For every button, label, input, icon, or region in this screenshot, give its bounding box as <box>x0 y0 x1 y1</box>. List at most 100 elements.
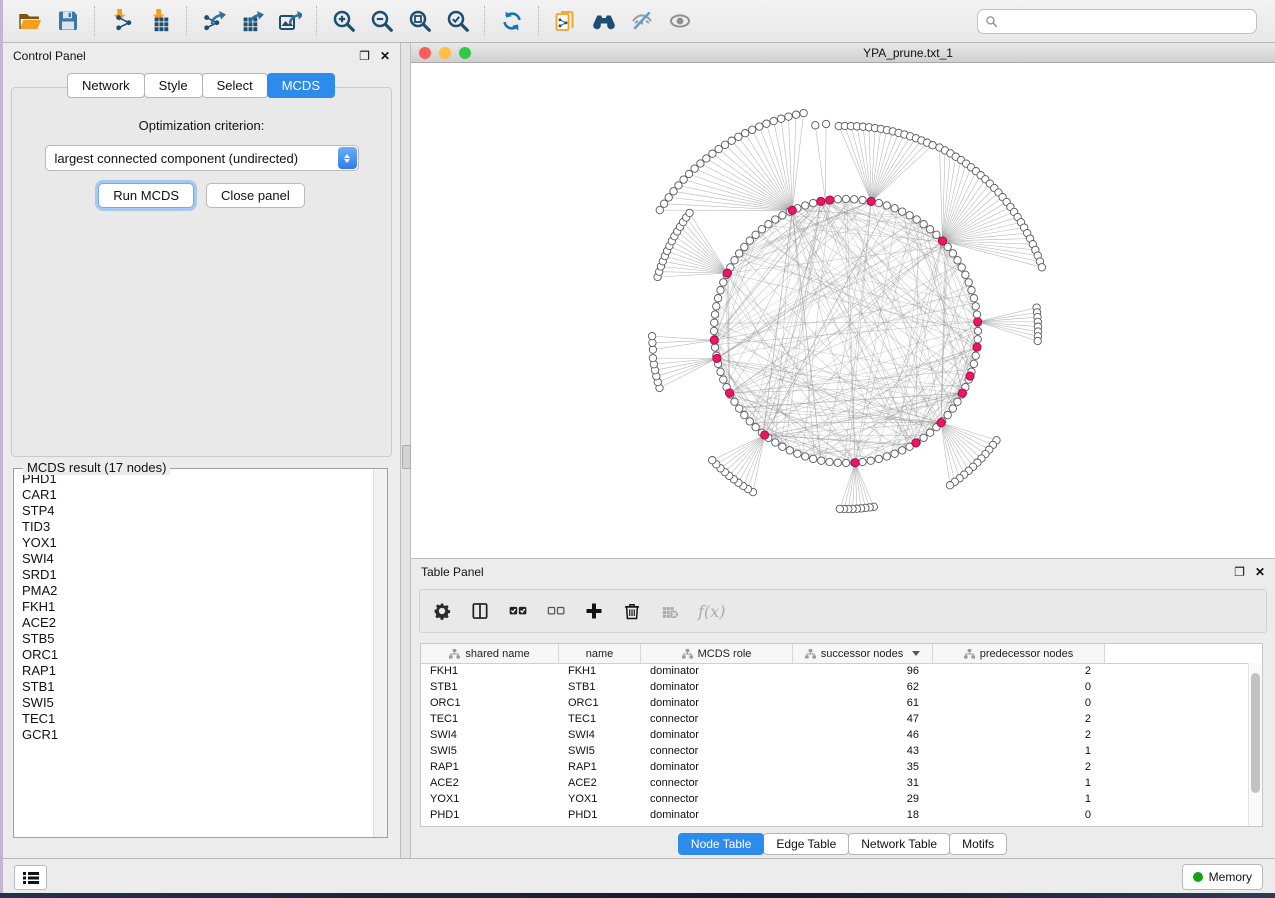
cell-shared-name[interactable]: STB1 <box>421 681 559 693</box>
cell-successor-nodes[interactable]: 96 <box>793 665 933 677</box>
tab-network-table[interactable]: Network Table <box>848 833 950 855</box>
network-node[interactable] <box>913 216 920 223</box>
cell-name[interactable]: ACE2 <box>559 777 641 789</box>
column-header-shared-name[interactable]: shared name <box>421 644 559 663</box>
cell-successor-nodes[interactable]: 29 <box>793 793 933 805</box>
save-button[interactable] <box>49 3 87 39</box>
trash-button[interactable] <box>622 601 642 621</box>
network-node[interactable] <box>786 447 793 454</box>
splitter-handle[interactable] <box>402 445 411 469</box>
network-node[interactable] <box>883 202 890 209</box>
cell-predecessor-nodes[interactable]: 2 <box>933 729 1105 741</box>
cell-MCDS-role[interactable]: dominator <box>641 809 793 821</box>
network-node[interactable] <box>711 344 718 351</box>
cell-predecessor-nodes[interactable]: 2 <box>933 761 1105 773</box>
cell-predecessor-nodes[interactable]: 0 <box>933 681 1105 693</box>
network-node[interactable] <box>944 411 951 418</box>
cell-name[interactable]: TEC1 <box>559 713 641 725</box>
cell-shared-name[interactable]: SWI5 <box>421 745 559 757</box>
mcds-result-list[interactable]: PHD1CAR1STP4TID3YOX1SWI4SRD1PMA2FKH1ACE2… <box>13 468 388 838</box>
float-panel-icon[interactable]: ❐ <box>359 50 370 62</box>
network-node[interactable] <box>933 231 940 238</box>
plus-button[interactable] <box>584 601 604 621</box>
network-node[interactable] <box>660 200 667 207</box>
delete-table-button[interactable] <box>660 601 680 621</box>
network-node[interactable] <box>946 482 953 489</box>
import-network-button[interactable] <box>103 3 141 39</box>
network-node[interactable] <box>717 368 724 375</box>
network-node[interactable] <box>810 199 817 206</box>
network-hub-node[interactable] <box>938 237 946 245</box>
network-node[interactable] <box>736 250 743 257</box>
network-node[interactable] <box>721 141 728 148</box>
network-node[interactable] <box>656 206 663 213</box>
network-node[interactable] <box>736 405 743 412</box>
search-input[interactable] <box>998 13 1249 29</box>
cell-successor-nodes[interactable]: 18 <box>793 809 933 821</box>
cell-name[interactable]: SWI5 <box>559 745 641 757</box>
minimize-window-icon[interactable] <box>439 47 451 59</box>
network-hub-node[interactable] <box>725 389 733 397</box>
network-node[interactable] <box>794 450 801 457</box>
network-node[interactable] <box>929 142 936 149</box>
tab-edge-table[interactable]: Edge Table <box>763 833 849 855</box>
network-node[interactable] <box>649 354 656 361</box>
network-node[interactable] <box>686 209 693 216</box>
network-node[interactable] <box>758 226 765 233</box>
column-header-MCDS-role[interactable]: MCDS role <box>641 644 793 663</box>
network-node[interactable] <box>810 455 817 462</box>
cell-successor-nodes[interactable]: 62 <box>793 681 933 693</box>
column-header-successor-nodes[interactable]: successor nodes <box>793 644 933 663</box>
cell-successor-nodes[interactable]: 31 <box>793 777 933 789</box>
table-row[interactable]: SWI5SWI5connector431 <box>421 743 1249 759</box>
network-node[interactable] <box>710 327 717 334</box>
network-node[interactable] <box>954 257 961 264</box>
network-node[interactable] <box>731 398 738 405</box>
network-node[interactable] <box>842 195 849 202</box>
network-node[interactable] <box>713 303 720 310</box>
network-node[interactable] <box>1038 264 1045 271</box>
network-node[interactable] <box>749 126 756 133</box>
table-row[interactable]: STB1STB1dominator620 <box>421 679 1249 695</box>
close-panel-icon[interactable]: ✕ <box>380 50 390 62</box>
search-box[interactable] <box>977 9 1257 34</box>
network-node[interactable] <box>834 459 841 466</box>
cell-name[interactable]: RAP1 <box>559 761 641 773</box>
cell-predecessor-nodes[interactable]: 0 <box>933 809 1105 821</box>
network-node[interactable] <box>818 457 825 464</box>
network-node[interactable] <box>926 226 933 233</box>
network-node[interactable] <box>792 111 799 118</box>
mcds-result-node[interactable]: FKH1 <box>22 599 373 615</box>
network-node[interactable] <box>954 398 961 405</box>
network-node[interactable] <box>763 120 770 127</box>
network-hub-node[interactable] <box>937 419 945 427</box>
network-node[interactable] <box>711 311 718 318</box>
gear-button[interactable] <box>432 601 452 621</box>
network-node[interactable] <box>709 150 716 157</box>
cell-MCDS-role[interactable]: connector <box>641 777 793 789</box>
table-row[interactable]: TEC1TEC1connector472 <box>421 711 1249 727</box>
network-node[interactable] <box>746 237 753 244</box>
table-row[interactable]: ACE2ACE2connector311 <box>421 775 1249 791</box>
network-hub-node[interactable] <box>710 336 718 344</box>
network-node[interactable] <box>746 418 753 425</box>
network-node[interactable] <box>800 109 807 116</box>
network-node[interactable] <box>958 264 965 271</box>
panel-splitter[interactable] <box>400 43 411 858</box>
cell-MCDS-role[interactable]: connector <box>641 745 793 757</box>
zoom-selected-button[interactable] <box>439 3 477 39</box>
network-node[interactable] <box>711 319 718 326</box>
network-node[interactable] <box>741 243 748 250</box>
cell-shared-name[interactable]: FKH1 <box>421 665 559 677</box>
network-node[interactable] <box>883 453 890 460</box>
run-mcds-button[interactable]: Run MCDS <box>98 183 194 208</box>
network-node[interactable] <box>709 457 716 464</box>
tab-select[interactable]: Select <box>202 73 268 98</box>
cell-successor-nodes[interactable]: 46 <box>793 729 933 741</box>
mcds-result-node[interactable]: GCR1 <box>22 727 373 743</box>
binoculars-button[interactable] <box>585 3 623 39</box>
network-hub-node[interactable] <box>867 197 875 205</box>
cell-MCDS-role[interactable]: dominator <box>641 665 793 677</box>
function-button[interactable]: f(x) <box>698 602 725 621</box>
close-table-panel-icon[interactable]: ✕ <box>1255 566 1265 578</box>
